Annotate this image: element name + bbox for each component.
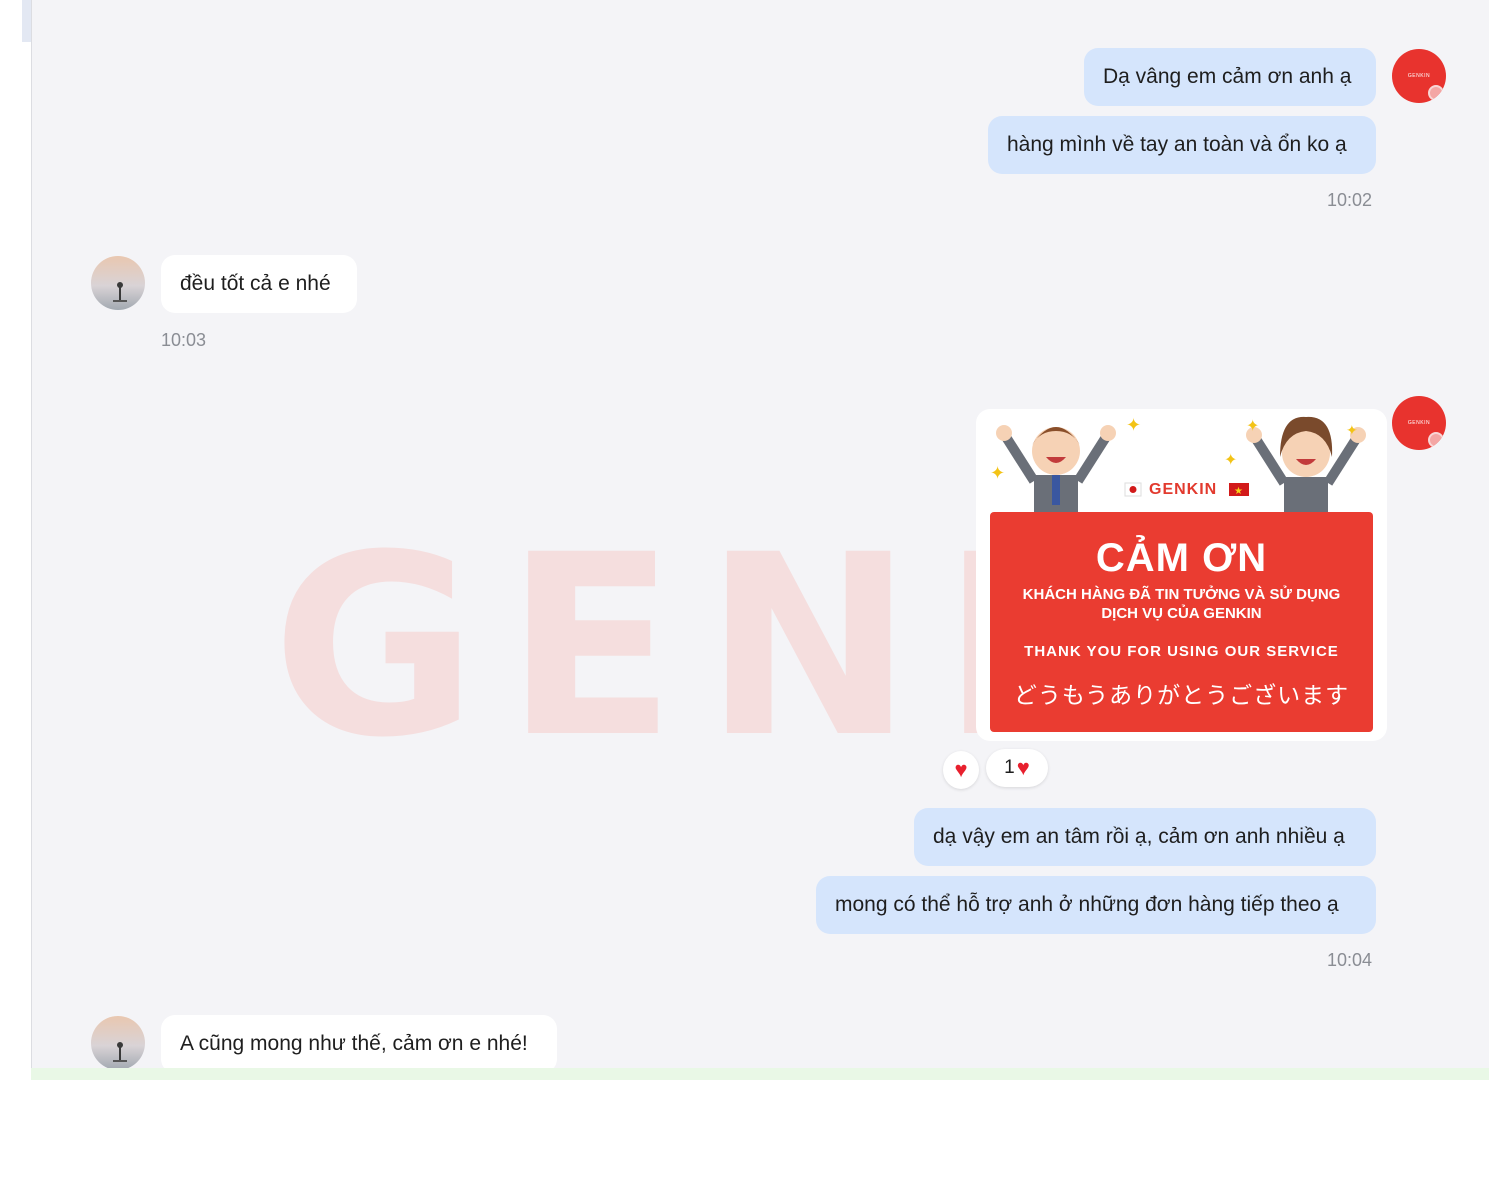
svg-text:✦: ✦ [990,463,1005,484]
message-timestamp: 10:04 [1327,950,1373,970]
sticker-title: CẢM ƠN [1095,536,1268,580]
thank-you-banner: CẢM ƠN KHÁCH HÀNG ĐÃ TIN TƯỞNG VÀ SỬ DỤN… [990,512,1373,732]
sticker-line-1: KHÁCH HÀNG ĐÃ TIN TƯỞNG VÀ SỬ DỤNG [1022,586,1341,603]
avatar-photo-figure [113,1042,127,1062]
message-bubble-sent[interactable]: dạ vậy em an tâm rồi ạ, cảm ơn anh nhiều… [914,808,1376,866]
avatar-logo-text: GENKIN [1407,73,1431,79]
reaction-summary[interactable]: 1 ♥ [986,749,1048,787]
message-bubble-sent[interactable]: hàng mình về tay an toàn và ổn ko ạ [988,116,1376,174]
cartoon-characters-illustration: ✦ ✦ ✦ ✦ ✦ [990,415,1366,519]
message-timestamp: 10:02 [1327,190,1373,210]
heart-icon: ♥ [1016,755,1030,780]
thank-you-sticker[interactable]: ✦ ✦ ✦ ✦ ✦ ★ GENKIN CẢM ƠN KHÁCH HÀNG ĐÃ … [976,409,1387,741]
message-bubble-received[interactable]: đều tốt cả e nhé [161,255,357,313]
message-bubble-sent[interactable]: mong có thể hỗ trợ anh ở những đơn hàng … [816,876,1376,934]
svg-text:✦: ✦ [1224,450,1237,469]
avatar-status-dot [1428,85,1444,101]
chat-bottom-border [31,1068,1489,1080]
reaction-button[interactable]: ♥ [943,751,979,789]
avatar-logo-text: GENKIN [1407,420,1431,426]
message-timestamp: 10:03 [161,330,207,350]
message-bubble-sent[interactable]: Dạ vâng em cảm ơn anh ạ [1084,48,1376,106]
contact-avatar[interactable] [91,256,145,310]
avatar-photo-figure [113,282,127,302]
avatar-status-dot [1428,432,1444,448]
reaction-count: 1 [1004,757,1015,778]
sticker-japanese: どうもうありがとうございます [1013,682,1350,708]
heart-icon: ♥ [954,757,968,782]
svg-text:✦: ✦ [1246,416,1259,435]
sticker-line-2: DỊCH VỤ CỦA GENKIN [1101,605,1262,622]
sticker-english: THANK YOU FOR USING OUR SERVICE [1024,643,1339,660]
svg-text:★: ★ [1234,486,1243,497]
svg-text:✦: ✦ [1126,415,1141,436]
genkin-logo: ★ GENKIN [1121,479,1251,501]
left-panel-edge [22,0,31,42]
brand-name: GENKIN [1149,481,1218,498]
message-bubble-received[interactable]: A cũng mong như thế, cảm ơn e nhé! [161,1015,557,1073]
my-avatar[interactable]: GENKIN [1392,396,1446,450]
contact-avatar[interactable] [91,1016,145,1070]
my-avatar[interactable]: GENKIN [1392,49,1446,103]
chat-conversation[interactable]: GENKI Dạ vâng em cảm ơn anh ạ hàng mình … [31,0,1489,1080]
svg-text:✦: ✦ [1346,423,1358,439]
